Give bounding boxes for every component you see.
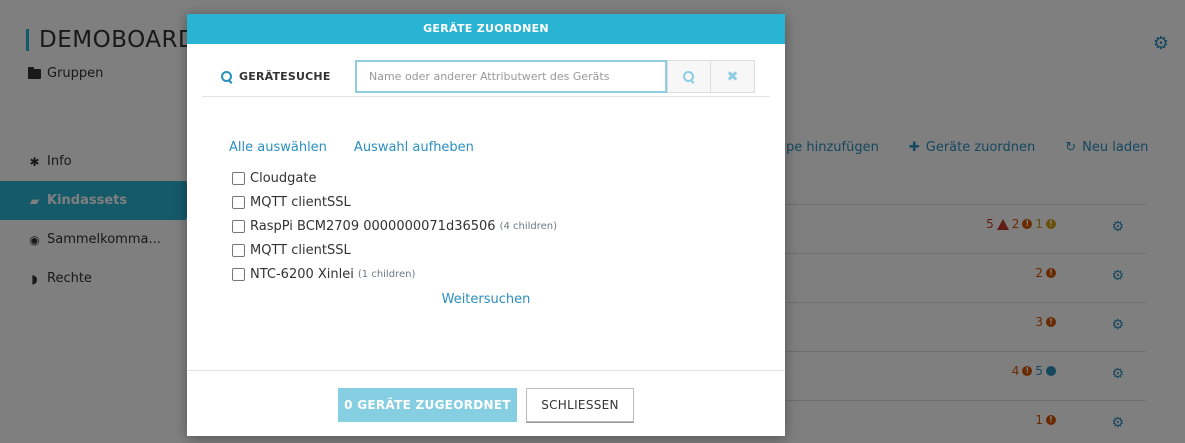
assign-devices-dialog: GERÄTE ZUORDNEN GERÄTESUCHE ✖ Alle auswä…	[187, 14, 785, 436]
close-icon: ✖	[726, 68, 739, 85]
search-more-link[interactable]: Weitersuchen	[187, 292, 785, 307]
clear-search-button[interactable]: ✖	[710, 60, 755, 93]
device-checkbox[interactable]	[232, 267, 245, 281]
device-name: NTC-6200 Xinlei	[250, 266, 354, 282]
list-item[interactable]: Cloudgate	[232, 166, 557, 190]
dialog-footer: 0 GERÄTE ZUGEORDNET SCHLIESSEN	[187, 370, 785, 436]
device-checkbox[interactable]	[232, 195, 245, 209]
device-checkbox[interactable]	[232, 243, 245, 257]
search-icon	[683, 70, 695, 83]
close-button[interactable]: SCHLIESSEN	[526, 388, 634, 422]
deselect-link[interactable]: Auswahl aufheben	[354, 140, 474, 155]
device-name: MQTT clientSSL	[250, 194, 351, 210]
search-label: GERÄTESUCHE	[221, 70, 331, 83]
list-item[interactable]: MQTT clientSSL	[232, 190, 557, 214]
assigned-devices-button[interactable]: 0 GERÄTE ZUGEORDNET	[338, 388, 517, 422]
list-item[interactable]: MQTT clientSSL	[232, 238, 557, 262]
device-name: MQTT clientSSL	[250, 242, 351, 258]
selection-links: Alle auswählen Auswahl aufheben	[229, 140, 474, 155]
device-list: Cloudgate MQTT clientSSL RaspPi BCM2709 …	[232, 166, 557, 286]
device-name: RaspPi BCM2709 0000000071d36506	[250, 218, 496, 234]
device-checkbox[interactable]	[232, 219, 245, 233]
search-button[interactable]	[667, 60, 711, 93]
device-checkbox[interactable]	[232, 171, 245, 185]
device-name: Cloudgate	[250, 170, 317, 186]
list-item[interactable]: RaspPi BCM2709 0000000071d36506 (4 child…	[232, 214, 557, 238]
list-item[interactable]: NTC-6200 Xinlei (1 children)	[232, 262, 557, 286]
dialog-title: GERÄTE ZUORDNEN	[187, 14, 785, 44]
search-label-text: GERÄTESUCHE	[239, 70, 331, 83]
select-all-link[interactable]: Alle auswählen	[229, 140, 327, 155]
device-children: (1 children)	[357, 268, 416, 280]
device-children: (4 children)	[499, 220, 558, 232]
device-search-bar: GERÄTESUCHE ✖	[202, 60, 770, 97]
search-icon	[221, 70, 233, 83]
search-input[interactable]	[355, 60, 667, 93]
